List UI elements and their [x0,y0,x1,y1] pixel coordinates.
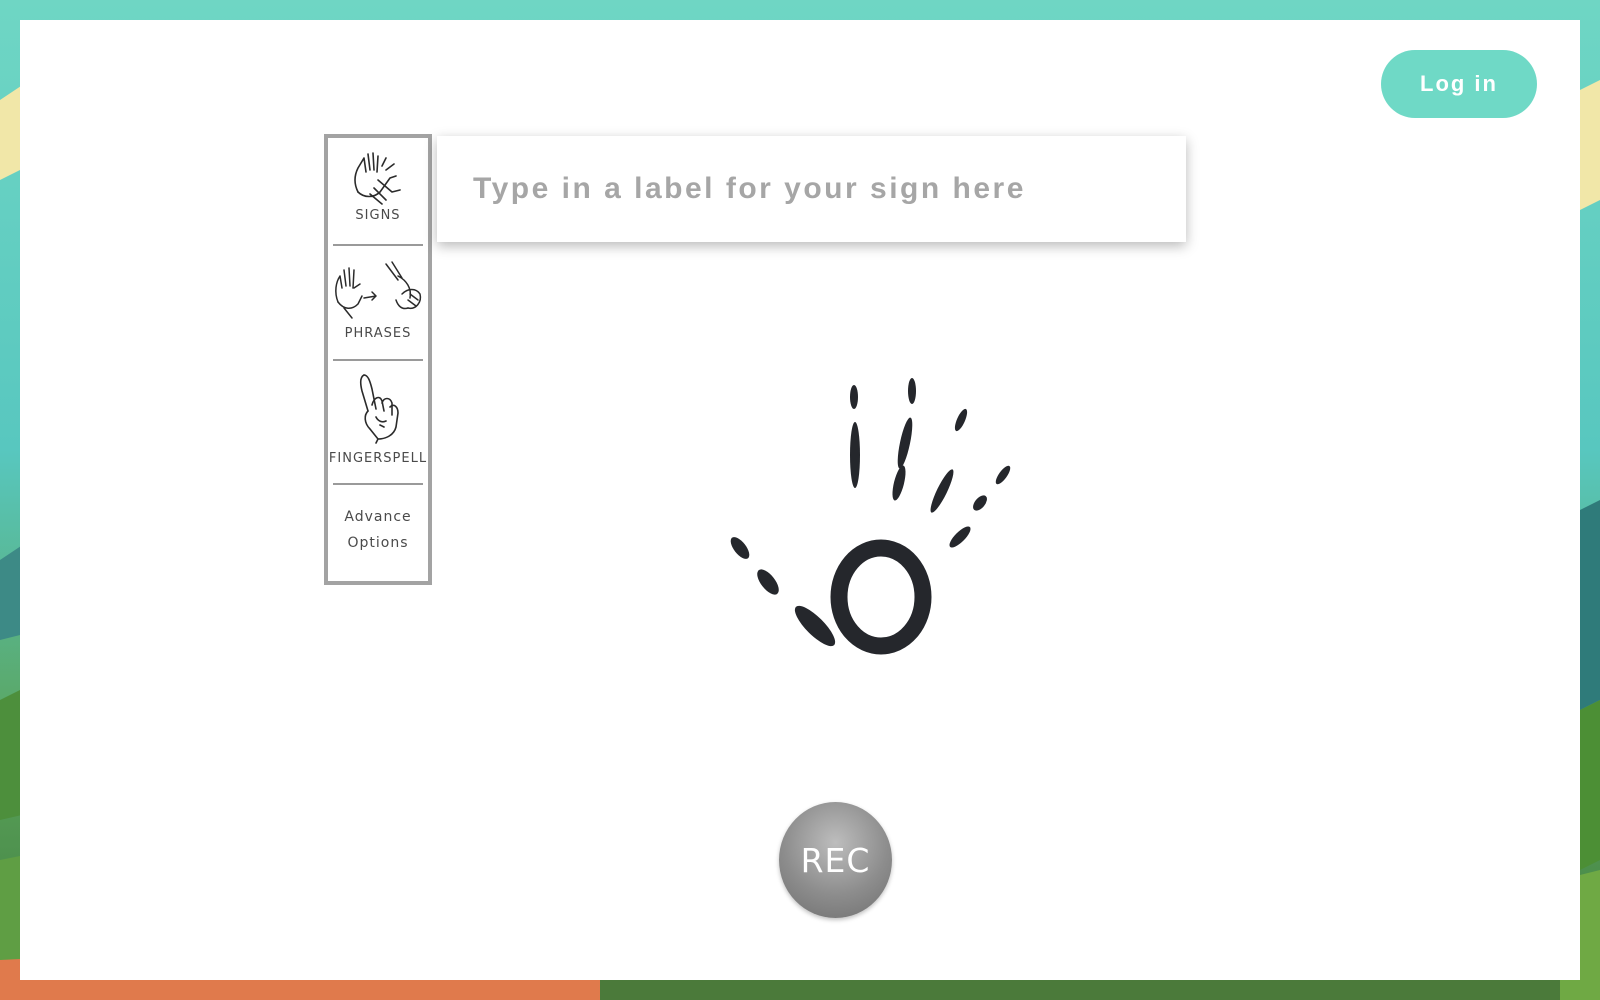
sidebar-divider [333,359,423,361]
clapping-hands-icon [354,152,401,205]
advance-options-line1: Advance [344,509,412,525]
sidebar-item-signs[interactable]: SIGNS [328,148,428,223]
sign-label-input[interactable] [437,136,1186,242]
sidebar-divider [333,483,423,485]
sidebar-item-label: FINGERSPELL [328,451,428,466]
sidebar-item-label: SIGNS [355,208,401,223]
advance-options-line2: Options [347,535,409,551]
sidebar-item-label: PHRASES [344,326,412,341]
fingerspell-hand-icon [359,374,399,444]
advance-options-button[interactable]: Advance Options [328,504,428,556]
hand-logo-icon [720,375,1020,665]
sidebar-divider [333,244,423,246]
sidebar-item-fingerspell[interactable]: FINGERSPELL [328,371,428,466]
sidebar: SIGNS PHRASES FINGERSPELL Advance Option… [324,134,432,585]
signing-hands-icon [335,261,422,319]
record-button-label: REC [800,840,871,880]
record-button[interactable]: REC [779,802,892,918]
hand-logo-graphic [730,378,1011,655]
sidebar-item-phrases[interactable]: PHRASES [328,258,428,341]
label-input-container [437,136,1186,242]
login-button[interactable]: Log in [1381,50,1537,118]
